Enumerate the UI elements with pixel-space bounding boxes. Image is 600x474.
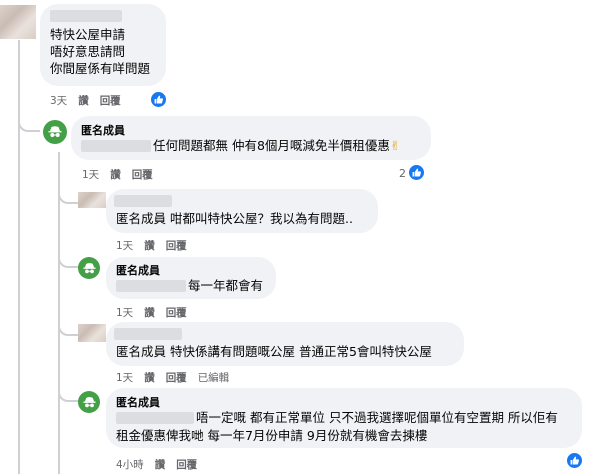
like-icon[interactable] (566, 452, 583, 469)
thread-elbow (58, 316, 78, 336)
reply-button[interactable]: 回覆 (166, 238, 187, 253)
avatar[interactable] (78, 324, 106, 342)
edited-label[interactable]: 已編輯 (198, 370, 230, 385)
comment-actions: 1天 讚 回覆 (116, 238, 187, 253)
mentioned-name-redacted[interactable] (116, 280, 186, 292)
like-button[interactable]: 讚 (110, 167, 121, 182)
comment-text: 匿名成員 特快係講有問題嘅公屋 普通正常5會叫特快公屋 (116, 344, 432, 359)
avatar[interactable] (78, 192, 106, 208)
comment-bubble: 匿名成員 每一年都會有 (106, 257, 276, 299)
timestamp[interactable]: 1天 (116, 370, 133, 385)
like-icon[interactable] (150, 91, 167, 108)
like-button[interactable]: 讚 (144, 305, 155, 320)
comment-text-line: 你間屋係有咩問題 (50, 61, 151, 76)
comment-text-line: 唔一定嘅 都有正常單位 只不過我選擇呢個單位有空置期 所以佢有 (196, 410, 558, 425)
like-button[interactable]: 讚 (144, 238, 155, 253)
comment-bubble: 匿名成員 任何問題都無 仲有8個月嘅減免半價租優惠✌ (71, 116, 431, 160)
comment-text: 任何問題都無 仲有8個月嘅減免半價租優惠✌ (153, 137, 400, 154)
anonymous-avatar[interactable] (78, 391, 100, 413)
author-name[interactable]: 匿名成員 (116, 262, 160, 278)
like-icon[interactable] (408, 164, 425, 181)
anonymous-member-icon (82, 396, 96, 407)
comment-actions: 4小時 讚 回覆 (116, 457, 197, 472)
comment-bubble: 特快公屋申請 唔好意思請問 你間屋係有咩問題 (40, 4, 166, 86)
reply-button[interactable]: 回覆 (166, 370, 187, 385)
anonymous-avatar[interactable] (43, 120, 67, 144)
like-button[interactable]: 讚 (155, 457, 166, 472)
mentioned-name-redacted[interactable] (116, 412, 194, 424)
anonymous-member-icon (82, 262, 96, 273)
comment-bubble: 匿名成員 唔一定嘅 都有正常單位 只不過我選擇呢個單位有空置期 所以佢有 租金優… (106, 388, 582, 448)
like-button[interactable]: 讚 (144, 370, 155, 385)
comment-text-line: 租金優惠俾我哋 每一年7月份申請 9月份就有機會去揀樓 (116, 428, 428, 443)
author-name-redacted[interactable] (50, 10, 122, 22)
comment-text-body: 任何問題都無 仲有8個月嘅減免半價租優惠 (153, 138, 390, 153)
comment-actions: 1天 讚 回覆 已編輯 (116, 370, 229, 385)
reply-button[interactable]: 回覆 (176, 457, 197, 472)
timestamp[interactable]: 1天 (116, 238, 133, 253)
comment-text: 每一年都會有 (188, 278, 264, 293)
comment-text-line: 唔好意思請問 (50, 44, 126, 59)
thread-elbow (58, 248, 80, 268)
comment-text: 匿名成員 咁都叫特快公屋？我以為有問題.. (116, 211, 353, 226)
comment-text-line: 特快公屋申請 (50, 27, 126, 42)
anonymous-member-icon (48, 126, 62, 137)
thread-line-main (18, 40, 20, 474)
like-button[interactable]: 讚 (78, 93, 89, 108)
timestamp[interactable]: 3天 (50, 93, 67, 108)
author-name-redacted[interactable] (114, 195, 172, 207)
reply-button[interactable]: 回覆 (166, 305, 187, 320)
anonymous-avatar[interactable] (78, 257, 100, 279)
comment-actions: 3天 讚 回覆 (50, 93, 121, 108)
comment-actions: 1天 讚 回覆 (82, 167, 153, 182)
comment-bubble: 匿名成員 咁都叫特快公屋？我以為有問題.. (106, 189, 378, 233)
reply-button[interactable]: 回覆 (100, 93, 121, 108)
thread-elbow (18, 108, 40, 132)
timestamp[interactable]: 1天 (82, 167, 99, 182)
mentioned-name-redacted[interactable] (81, 140, 151, 152)
author-name-redacted[interactable] (114, 328, 182, 340)
avatar[interactable] (0, 5, 36, 39)
timestamp[interactable]: 4小時 (116, 457, 144, 472)
comment-actions: 1天 讚 回覆 (116, 305, 187, 320)
timestamp[interactable]: 1天 (116, 305, 133, 320)
victory-hand-emoji: ✌ (389, 138, 401, 153)
thread-elbow (58, 180, 78, 204)
thread-elbow (58, 386, 80, 402)
author-name[interactable]: 匿名成員 (81, 122, 125, 138)
author-name[interactable]: 匿名成員 (116, 394, 160, 410)
reaction-count[interactable]: 2 (399, 167, 406, 180)
comment-bubble: 匿名成員 特快係講有問題嘅公屋 普通正常5會叫特快公屋 (106, 322, 464, 366)
reply-button[interactable]: 回覆 (132, 167, 153, 182)
